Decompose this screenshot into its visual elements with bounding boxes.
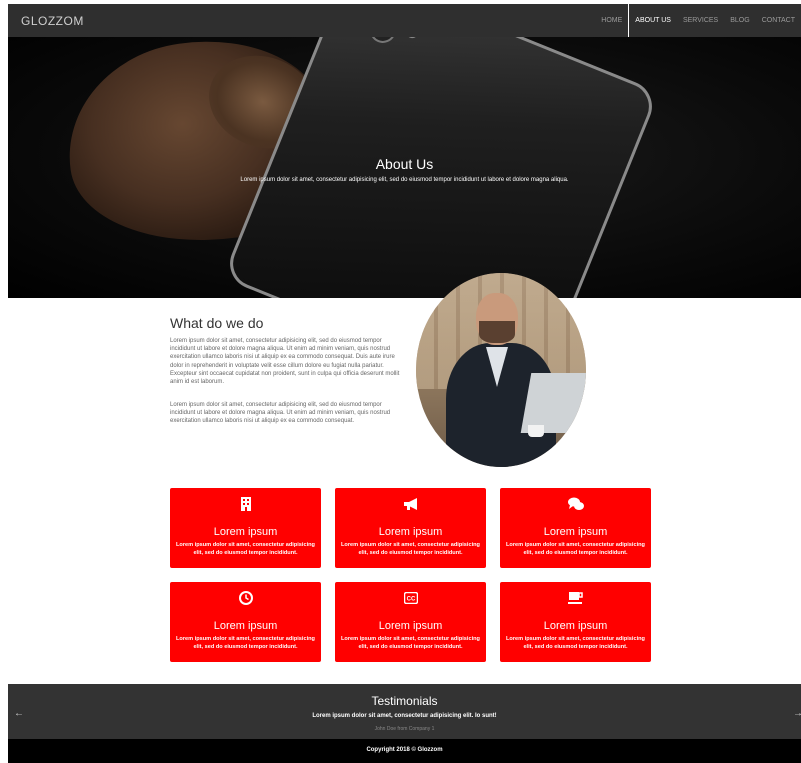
- hero-banner: About Us Lorem ipsum dolor sit amet, con…: [8, 37, 801, 298]
- nav-item-home[interactable]: HOME: [595, 4, 628, 37]
- nav-item-contact[interactable]: CONTACT: [756, 4, 801, 37]
- page: GLOZZOM HOME ABOUT US SERVICES BLOG CONT…: [8, 4, 801, 763]
- icon-wrap: CC: [335, 590, 486, 606]
- testimonial-author: John Doe from Company 1: [374, 726, 435, 732]
- building-icon: [240, 497, 251, 511]
- copyright-text: Copyright 2018 © Glozzom: [366, 747, 443, 753]
- testimonials-section: ← Testimonials Lorem ipsum dolor sit ame…: [8, 684, 801, 739]
- feature-card[interactable]: Lorem ipsum Lorem ipsum dolor sit amet, …: [500, 488, 651, 568]
- section-title-what-we-do: What do we do: [170, 315, 264, 331]
- closed-captioning-icon: CC: [403, 592, 418, 604]
- nav-item-about-us[interactable]: ABOUT US: [628, 4, 677, 37]
- clock-icon: [238, 591, 253, 605]
- feature-title: Lorem ipsum: [213, 526, 278, 538]
- feature-text: Lorem ipsum dolor sit amet, consectetur …: [176, 636, 315, 650]
- photo-beard: [479, 321, 515, 343]
- nav-menu: HOME ABOUT US SERVICES BLOG CONTACT: [595, 4, 801, 37]
- phone-camera-lens: [365, 37, 400, 47]
- feature-card[interactable]: Lorem ipsum Lorem ipsum dolor sit amet, …: [170, 582, 321, 662]
- feature-card[interactable]: Lorem ipsum Lorem ipsum dolor sit amet, …: [170, 488, 321, 568]
- hero-subtitle: Lorem ipsum dolor sit amet, consectetur …: [240, 177, 569, 183]
- nav-item-blog[interactable]: BLOG: [724, 4, 755, 37]
- phone-flash: [404, 37, 421, 40]
- feature-title: Lorem ipsum: [543, 526, 608, 538]
- photo-laptop: [520, 373, 586, 433]
- bullhorn-icon: [403, 498, 417, 510]
- hero-title: About Us: [375, 156, 434, 172]
- comments-icon: [567, 497, 584, 510]
- feature-text: Lorem ipsum dolor sit amet, consectetur …: [341, 542, 480, 556]
- icon-wrap: [170, 496, 321, 512]
- icon-wrap: [335, 496, 486, 512]
- feature-text: Lorem ipsum dolor sit amet, consectetur …: [506, 542, 645, 556]
- testimonial-quote: Lorem ipsum dolor sit amet, consectetur …: [312, 713, 497, 719]
- feature-card[interactable]: CC Lorem ipsum Lorem ipsum dolor sit ame…: [335, 582, 486, 662]
- what-paragraph-2: Lorem ipsum dolor sit amet, consectetur …: [170, 402, 391, 425]
- what-paragraph-1: Lorem ipsum dolor sit amet, consectetur …: [170, 338, 400, 386]
- navbar: GLOZZOM HOME ABOUT US SERVICES BLOG CONT…: [8, 4, 801, 37]
- feature-title: Lorem ipsum: [543, 620, 608, 632]
- next-testimonial-arrow-icon[interactable]: →: [793, 708, 801, 719]
- nav-item-services[interactable]: SERVICES: [677, 4, 724, 37]
- icon-wrap: [500, 590, 651, 606]
- feature-card[interactable]: Lorem ipsum Lorem ipsum dolor sit amet, …: [335, 488, 486, 568]
- brand-logo[interactable]: GLOZZOM: [21, 14, 84, 28]
- businessman-photo: [416, 273, 586, 467]
- feature-text: Lorem ipsum dolor sit amet, consectetur …: [176, 542, 315, 556]
- photo-coffee-cup: [528, 425, 544, 437]
- feature-text: Lorem ipsum dolor sit amet, consectetur …: [341, 636, 480, 650]
- feature-title: Lorem ipsum: [378, 526, 443, 538]
- features-grid: Lorem ipsum Lorem ipsum dolor sit amet, …: [170, 488, 652, 663]
- coffee-icon: [567, 592, 583, 604]
- testimonials-title: Testimonials: [371, 694, 438, 708]
- svg-text:CC: CC: [406, 597, 415, 603]
- feature-title: Lorem ipsum: [213, 620, 278, 632]
- feature-card[interactable]: Lorem ipsum Lorem ipsum dolor sit amet, …: [500, 582, 651, 662]
- icon-wrap: [500, 496, 651, 512]
- icon-wrap: [170, 590, 321, 606]
- feature-title: Lorem ipsum: [378, 620, 443, 632]
- feature-text: Lorem ipsum dolor sit amet, consectetur …: [506, 636, 645, 650]
- footer: Copyright 2018 © Glozzom: [8, 739, 801, 763]
